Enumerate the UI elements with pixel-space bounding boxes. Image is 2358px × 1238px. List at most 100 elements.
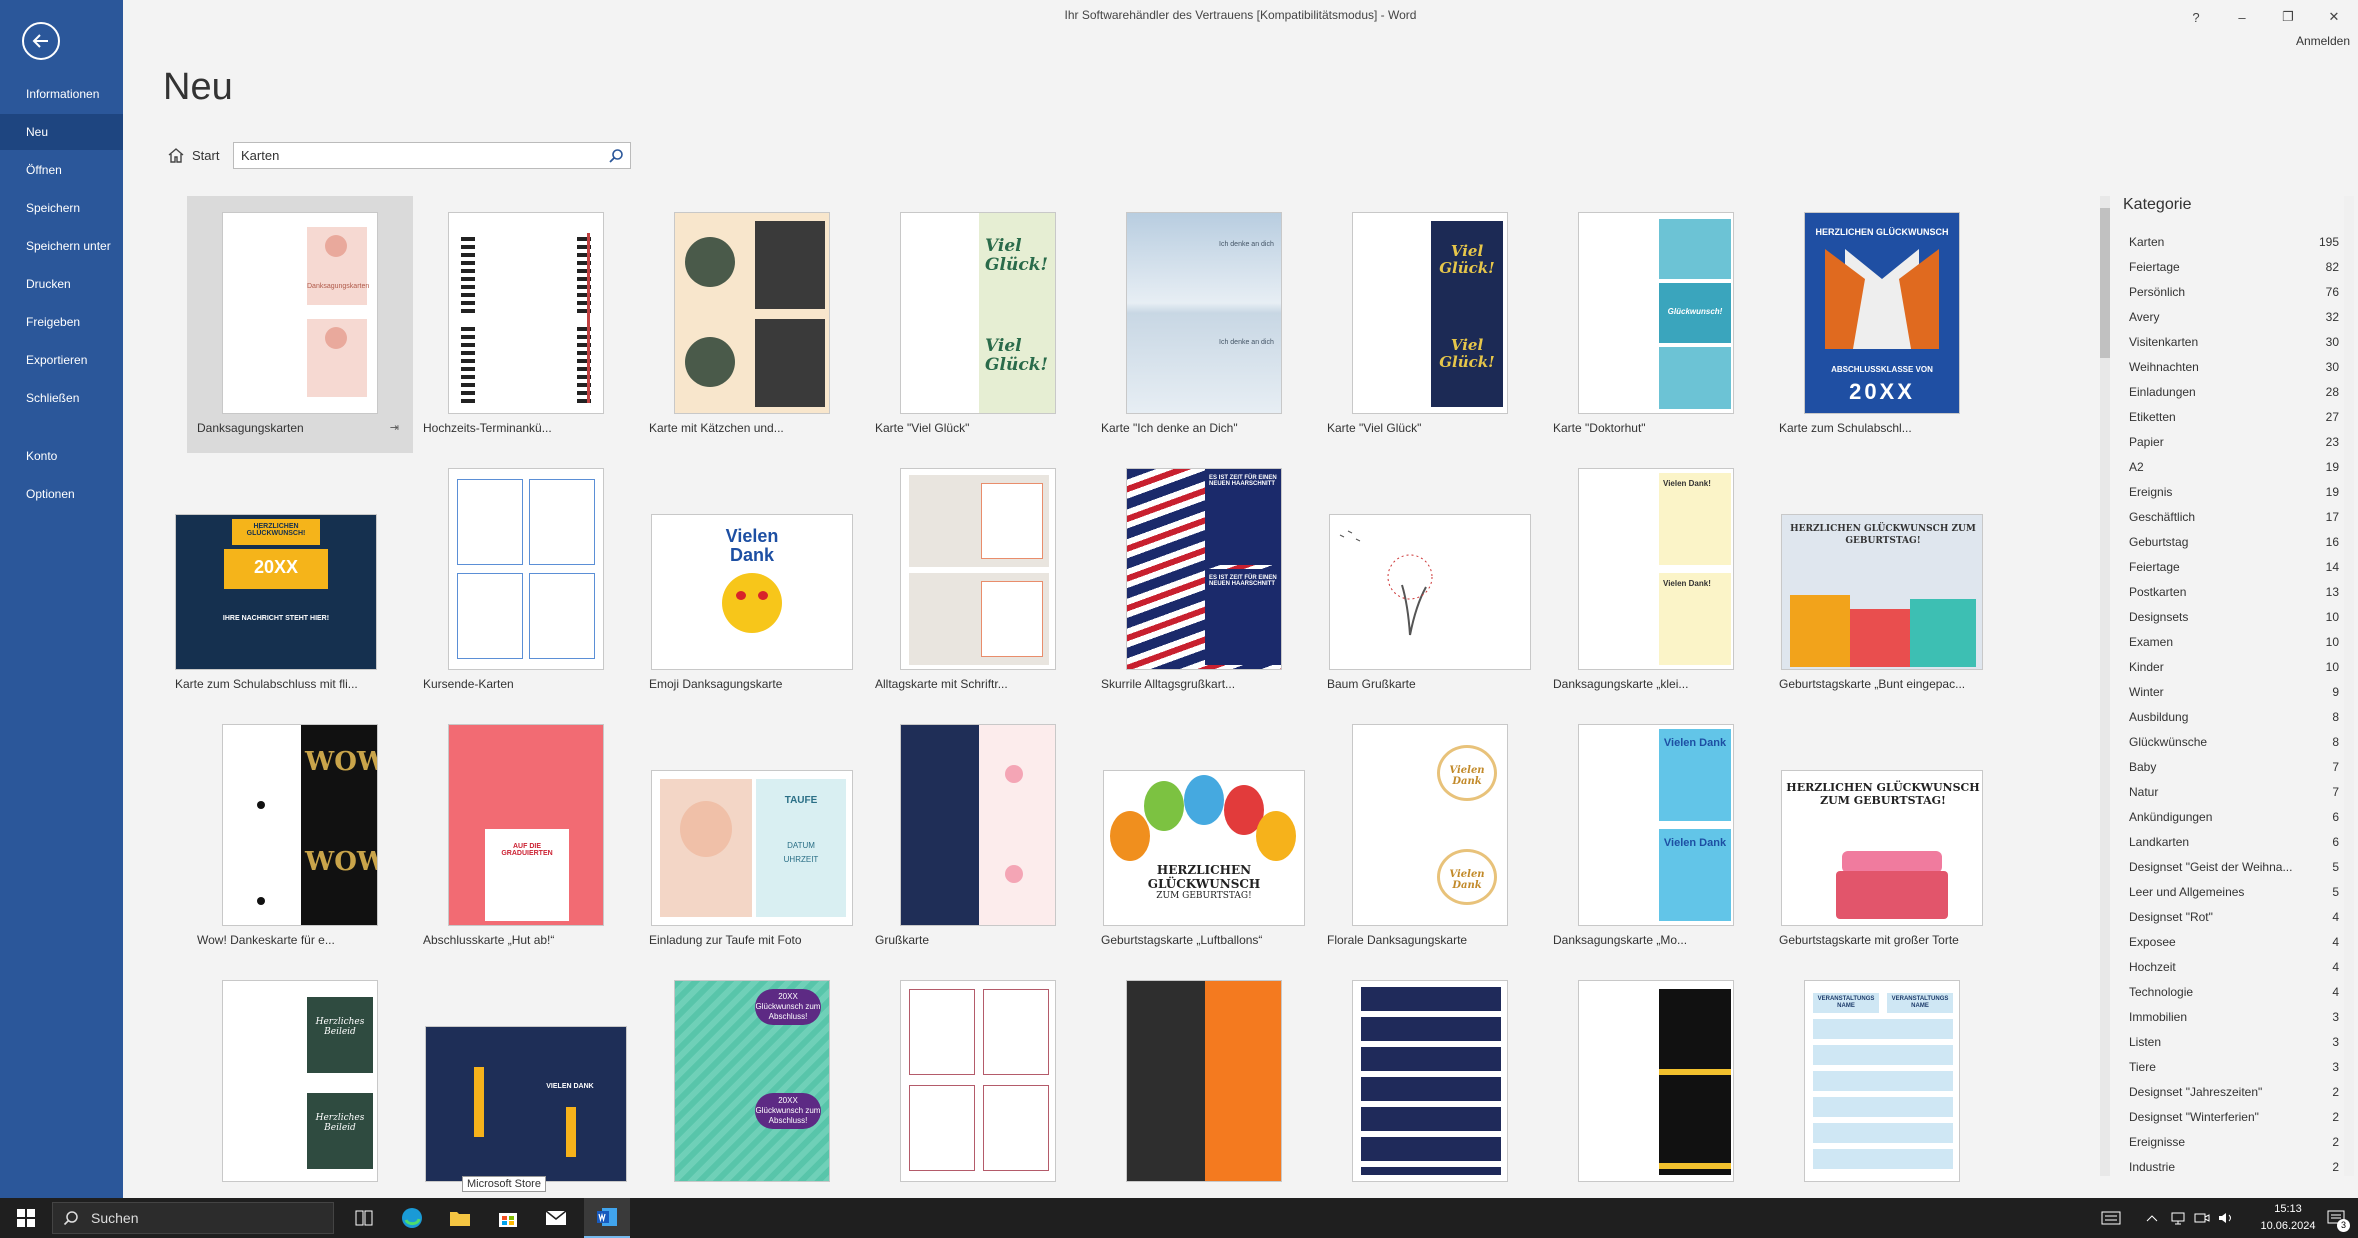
template-tile[interactable]: Vielen Dank Emoji Danksagungskarte bbox=[639, 452, 865, 709]
template-tile[interactable]: Viel Glück! Viel Glück! Karte "Viel Glüc… bbox=[1317, 196, 1543, 453]
network-button[interactable] bbox=[2166, 1198, 2190, 1238]
category-item[interactable]: A2 19 bbox=[2129, 457, 2339, 481]
template-tile[interactable]: Viel Glück! Viel Glück! Karte "Viel Glüc… bbox=[865, 196, 1091, 453]
volume-button[interactable] bbox=[2214, 1198, 2238, 1238]
tray-overflow-button[interactable] bbox=[2140, 1198, 2164, 1238]
nav-informationen[interactable]: Informationen bbox=[0, 76, 123, 112]
template-tile[interactable]: Grußkarte bbox=[865, 708, 1091, 965]
category-item[interactable]: Tiere 3 bbox=[2129, 1057, 2339, 1081]
category-item[interactable]: Kinder 10 bbox=[2129, 657, 2339, 681]
category-item[interactable]: Ereignisse 2 bbox=[2129, 1132, 2339, 1156]
template-tile[interactable]: WOW WOW Wow! Dankeskarte für e... bbox=[187, 708, 413, 965]
template-tile[interactable]: Herzliches Beileid Herzliches Beileid bbox=[187, 964, 413, 1198]
search-icon[interactable] bbox=[608, 148, 624, 164]
pin-icon[interactable]: ⇥ bbox=[390, 421, 399, 434]
category-item[interactable]: Geburtstag 16 bbox=[2129, 532, 2339, 556]
category-item[interactable]: Winter 9 bbox=[2129, 682, 2339, 706]
category-item[interactable]: Weihnachten 30 bbox=[2129, 357, 2339, 381]
template-tile[interactable] bbox=[1091, 964, 1317, 1198]
category-item[interactable]: Karten 195 bbox=[2129, 232, 2339, 256]
category-item[interactable]: Leer und Allgemeines 5 bbox=[2129, 882, 2339, 906]
restore-button[interactable]: ❐ bbox=[2268, 4, 2308, 30]
help-button[interactable]: ? bbox=[2176, 4, 2216, 30]
nav-konto[interactable]: Konto bbox=[0, 438, 123, 474]
back-button[interactable] bbox=[22, 22, 60, 60]
category-item[interactable]: Etiketten 27 bbox=[2129, 407, 2339, 431]
page-scrollbar[interactable] bbox=[2344, 196, 2354, 1176]
template-tile[interactable]: Glückwunsch! Karte "Doktorhut" bbox=[1543, 196, 1769, 453]
nav-freigeben[interactable]: Freigeben bbox=[0, 304, 123, 340]
template-tile[interactable]: Ich denke an dich Ich denke an dich Kart… bbox=[1091, 196, 1317, 453]
nav-speichern[interactable]: Speichern bbox=[0, 190, 123, 226]
template-tile[interactable]: Vielen Dank Vielen Dank Danksagungskarte… bbox=[1543, 708, 1769, 965]
category-item[interactable]: Geschäftlich 17 bbox=[2129, 507, 2339, 531]
word-button[interactable] bbox=[584, 1198, 630, 1238]
template-tile[interactable]: Vielen Dank! Vielen Dank! Danksagungskar… bbox=[1543, 452, 1769, 709]
template-tile[interactable]: Baum Grußkarte bbox=[1317, 452, 1543, 709]
template-tile[interactable]: HERZLICHEN GLÜCKWUNSCH! 20XX IHRE NACHRI… bbox=[163, 452, 389, 709]
template-search-input[interactable] bbox=[234, 143, 594, 168]
category-item[interactable]: Designset "Jahreszeiten" 2 bbox=[2129, 1082, 2339, 1106]
nav-drucken[interactable]: Drucken bbox=[0, 266, 123, 302]
start-button[interactable] bbox=[8, 1198, 44, 1238]
keyboard-button[interactable] bbox=[2094, 1198, 2128, 1238]
template-tile[interactable] bbox=[1543, 964, 1769, 1198]
category-item[interactable]: Listen 3 bbox=[2129, 1032, 2339, 1056]
template-tile[interactable]: VIELEN DANK bbox=[413, 964, 639, 1198]
mail-button[interactable] bbox=[536, 1198, 576, 1238]
start-link[interactable]: Start bbox=[192, 148, 219, 163]
home-icon[interactable] bbox=[167, 147, 185, 163]
file-explorer-button[interactable] bbox=[440, 1198, 480, 1238]
category-item[interactable]: Persönlich 76 bbox=[2129, 282, 2339, 306]
template-tile[interactable]: Hochzeits-Terminankü... bbox=[413, 196, 639, 453]
category-item[interactable]: Landkarten 6 bbox=[2129, 832, 2339, 856]
template-tile[interactable] bbox=[1317, 964, 1543, 1198]
category-item[interactable]: Einladungen 28 bbox=[2129, 382, 2339, 406]
signin-link[interactable]: Anmelden bbox=[2296, 34, 2350, 48]
category-item[interactable]: Exposee 4 bbox=[2129, 932, 2339, 956]
category-item[interactable]: Postkarten 13 bbox=[2129, 582, 2339, 606]
template-tile[interactable]: Alltagskarte mit Schriftr... bbox=[865, 452, 1091, 709]
category-item[interactable]: Designset "Rot" 4 bbox=[2129, 907, 2339, 931]
store-button[interactable] bbox=[488, 1198, 528, 1238]
template-tile[interactable]: Kursende-Karten bbox=[413, 452, 639, 709]
category-item[interactable]: Ereignis 19 bbox=[2129, 482, 2339, 506]
nav-optionen[interactable]: Optionen bbox=[0, 476, 123, 512]
template-tile[interactable]: VERANSTALTUNGS NAME VERANSTALTUNGS NAME bbox=[1769, 964, 1995, 1198]
category-item[interactable]: Technologie 4 bbox=[2129, 982, 2339, 1006]
template-tile[interactable]: HERZLICHEN GLÜCKWUNSCH ABSCHLUSSKLASSE V… bbox=[1769, 196, 1995, 453]
category-item[interactable]: Immobilien 3 bbox=[2129, 1007, 2339, 1031]
edge-button[interactable] bbox=[392, 1198, 432, 1238]
task-view-button[interactable] bbox=[344, 1198, 384, 1238]
template-tile[interactable]: AUF DIE GRADUIERTEN Abschlusskarte „Hut … bbox=[413, 708, 639, 965]
taskbar-search[interactable]: Suchen bbox=[52, 1202, 334, 1234]
category-scrollbar[interactable] bbox=[2100, 196, 2110, 1176]
category-item[interactable]: Baby 7 bbox=[2129, 757, 2339, 781]
category-item[interactable]: Feiertage 82 bbox=[2129, 257, 2339, 281]
category-item[interactable]: Designset "Geist der Weihna... 5 bbox=[2129, 857, 2339, 881]
minimize-button[interactable]: – bbox=[2222, 4, 2262, 30]
category-item[interactable]: Industrie 2 bbox=[2129, 1157, 2339, 1181]
template-tile[interactable]: Danksagungskarten Danksagungskarten ⇥ bbox=[187, 196, 413, 453]
nav-oeffnen[interactable]: Öffnen bbox=[0, 152, 123, 188]
close-button[interactable]: ✕ bbox=[2314, 4, 2354, 30]
template-tile[interactable]: 20XX Glückwunsch zum Abschluss! 20XX Glü… bbox=[639, 964, 865, 1198]
category-item[interactable]: Natur 7 bbox=[2129, 782, 2339, 806]
template-tile[interactable]: HERZLICHEN GLÜCKWUNSCH ZUM GEBURTSTAG! G… bbox=[1769, 452, 1995, 709]
template-tile[interactable]: HERZLICHEN GLÜCKWUNSCH ZUM GEBURTSTAG! G… bbox=[1091, 708, 1317, 965]
category-item[interactable]: Ankündigungen 6 bbox=[2129, 807, 2339, 831]
category-item[interactable]: Papier 23 bbox=[2129, 432, 2339, 456]
category-item[interactable]: Designset "Winterferien" 2 bbox=[2129, 1107, 2339, 1131]
nav-schliessen[interactable]: Schließen bbox=[0, 380, 123, 416]
nav-neu[interactable]: Neu bbox=[0, 114, 123, 150]
template-tile[interactable]: HERZLICHEN GLÜCKWUNSCH ZUM GEBURTSTAG! G… bbox=[1769, 708, 1995, 965]
meet-button[interactable] bbox=[2190, 1198, 2214, 1238]
category-item[interactable]: Glückwünsche 8 bbox=[2129, 732, 2339, 756]
template-tile[interactable]: TAUFE DATUM UHRZEIT Einladung zur Taufe … bbox=[639, 708, 865, 965]
nav-exportieren[interactable]: Exportieren bbox=[0, 342, 123, 378]
category-item[interactable]: Visitenkarten 30 bbox=[2129, 332, 2339, 356]
category-item[interactable]: Hochzeit 4 bbox=[2129, 957, 2339, 981]
clock[interactable]: 15:13 10.06.2024 bbox=[2256, 1201, 2320, 1235]
template-tile[interactable]: Karte mit Kätzchen und... bbox=[639, 196, 865, 453]
template-tile[interactable] bbox=[865, 964, 1091, 1198]
